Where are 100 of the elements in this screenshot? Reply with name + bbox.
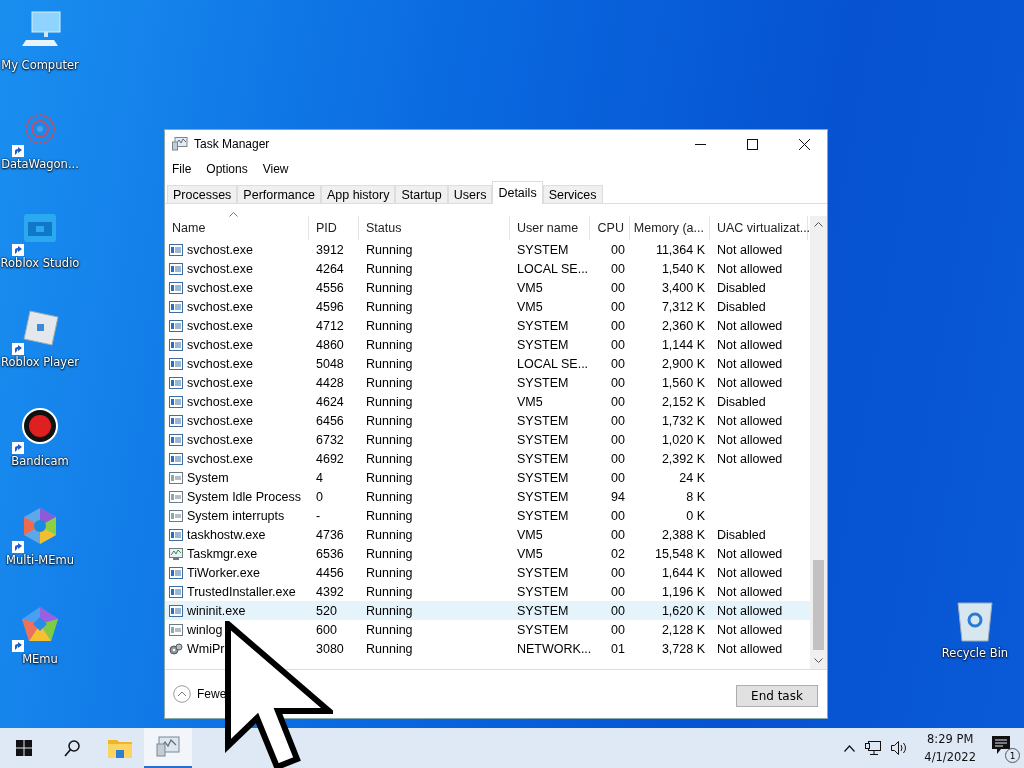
- process-row[interactable]: System interrupts - Running SYSTEM 00 0 K: [165, 506, 810, 525]
- minimize-icon[interactable]: [694, 143, 706, 145]
- process-row[interactable]: WmiPr 3080 Running NETWORK... 01 3,728 K Not allowed: [165, 639, 810, 658]
- table-cell: svchost.exe: [187, 413, 253, 428]
- desktop-icon-label[interactable]: Roblox Studio: [0, 256, 80, 270]
- process-row[interactable]: TiWorker.exe 4456 Running SYSTEM 00 1,644 K Not allowed: [165, 563, 810, 582]
- clock-date: 4/1/2022: [924, 749, 976, 766]
- process-row[interactable]: svchost.exe 3912 Running SYSTEM 00 11,364 K Not allowed: [165, 240, 810, 259]
- process-row[interactable]: System 4 Running SYSTEM 00 24 K: [165, 468, 810, 487]
- search-icon[interactable]: [64, 739, 80, 757]
- folder-icon[interactable]: [108, 738, 132, 758]
- process-row[interactable]: svchost.exe 4264 Running LOCAL SE... 00 1,540 K Not allowed: [165, 259, 810, 278]
- scroll-down-icon[interactable]: [814, 658, 823, 663]
- process-row[interactable]: svchost.exe 4860 Running SYSTEM 00 1,144 K Not allowed: [165, 335, 810, 354]
- table-cell: Running: [366, 375, 413, 390]
- notification-icon[interactable]: [992, 736, 1010, 756]
- column-header[interactable]: PID: [309, 216, 359, 240]
- menu-item[interactable]: File: [172, 162, 192, 176]
- desktop-icon-label[interactable]: Roblox Player: [1, 355, 79, 369]
- table-cell: SYSTEM: [517, 413, 569, 428]
- process-row[interactable]: svchost.exe 4712 Running SYSTEM 00 2,360 K Not allowed: [165, 316, 810, 335]
- table-cell: taskhostw.exe: [187, 527, 266, 542]
- table-cell: 0 K: [686, 508, 705, 523]
- desktop-icon-label[interactable]: Multi-MEmu: [6, 553, 74, 567]
- desktop-icon-label[interactable]: Bandicam: [11, 454, 69, 468]
- process-row[interactable]: System Idle Process 0 Running SYSTEM 94 8 K: [165, 487, 810, 506]
- network-icon[interactable]: [865, 741, 882, 755]
- process-row[interactable]: svchost.exe 4428 Running SYSTEM 00 1,560 K Not allowed: [165, 373, 810, 392]
- fewer-details-link[interactable]: Fewe: [197, 687, 227, 701]
- table-cell: winlog: [187, 622, 223, 637]
- clock[interactable]: 8:29 PM 4/1/2022: [924, 730, 976, 766]
- process-row[interactable]: svchost.exe 4692 Running SYSTEM 00 2,392 K Not allowed: [165, 449, 810, 468]
- table-cell: Running: [366, 280, 413, 295]
- table-cell: Not allowed: [717, 584, 783, 599]
- table-cell: SYSTEM: [517, 565, 569, 580]
- process-row[interactable]: svchost.exe 6456 Running SYSTEM 00 1,732 K Not allowed: [165, 411, 810, 430]
- menu-item[interactable]: Options: [206, 162, 248, 176]
- table-cell: 0: [316, 489, 323, 504]
- desktop-icon-label[interactable]: My Computer: [1, 58, 79, 72]
- desktop-icon-label[interactable]: Recycle Bin: [941, 646, 1009, 660]
- tab[interactable]: Performance: [237, 185, 321, 203]
- table-cell: 94: [611, 489, 625, 504]
- maximize-icon[interactable]: [746, 138, 758, 150]
- tab[interactable]: Services: [542, 185, 603, 203]
- process-row[interactable]: svchost.exe 4624 Running VM5 00 2,152 K Disabled: [165, 392, 810, 411]
- end-task-button[interactable]: End task: [736, 685, 818, 707]
- table-cell: svchost.exe: [187, 318, 253, 333]
- table-cell: VM5: [517, 299, 543, 314]
- tab[interactable]: App history: [320, 185, 396, 203]
- tab[interactable]: Startup: [395, 185, 448, 203]
- table-cell: 1,732 K: [661, 413, 705, 428]
- table-cell: svchost.exe: [187, 242, 253, 257]
- table-cell: Running: [366, 318, 413, 333]
- table-cell: Not allowed: [717, 318, 783, 333]
- tab[interactable]: Users: [447, 185, 493, 203]
- process-row[interactable]: winlog 600 Running SYSTEM 00 2,128 K Not allowed: [165, 620, 810, 639]
- table-cell: SYSTEM: [517, 470, 569, 485]
- tab[interactable]: Details: [492, 181, 543, 204]
- menu-item[interactable]: View: [262, 162, 289, 176]
- close-icon[interactable]: [798, 138, 810, 150]
- table-cell: 8 K: [686, 489, 705, 504]
- column-header[interactable]: User name: [510, 216, 590, 240]
- process-row[interactable]: svchost.exe 6732 Running SYSTEM 00 1,020 K Not allowed: [165, 430, 810, 449]
- table-cell: 00: [611, 394, 625, 409]
- scroll-thumb[interactable]: [813, 560, 824, 650]
- process-row[interactable]: svchost.exe 5048 Running LOCAL SE... 00 2,900 K Not allowed: [165, 354, 810, 373]
- table-cell: 1,540 K: [661, 261, 705, 276]
- column-header[interactable]: Name: [165, 216, 309, 240]
- tab[interactable]: Processes: [167, 185, 238, 203]
- table-cell: SYSTEM: [517, 451, 569, 466]
- chevron-up-icon[interactable]: [844, 744, 856, 752]
- table-cell: svchost.exe: [187, 299, 253, 314]
- column-header[interactable]: UAC virtualizat...: [710, 216, 808, 240]
- table-cell: 2,128 K: [661, 622, 705, 637]
- process-row[interactable]: Taskmgr.exe 6536 Running VM5 02 15,548 K Not allowed: [165, 544, 810, 563]
- table-cell: 24 K: [679, 470, 705, 485]
- process-row[interactable]: svchost.exe 4556 Running VM5 00 3,400 K Disabled: [165, 278, 810, 297]
- table-cell: wininit.exe: [187, 603, 246, 618]
- process-row[interactable]: svchost.exe 4596 Running VM5 00 7,312 K Disabled: [165, 297, 810, 316]
- table-cell: 00: [611, 375, 625, 390]
- column-header[interactable]: CPU: [590, 216, 630, 240]
- scroll-up-icon[interactable]: [814, 222, 823, 227]
- collapse-icon[interactable]: [173, 685, 191, 703]
- process-row[interactable]: taskhostw.exe 4736 Running VM5 00 2,388 K Disabled: [165, 525, 810, 544]
- scrollbar[interactable]: [810, 216, 827, 669]
- table-cell: 00: [611, 432, 625, 447]
- table-cell: Not allowed: [717, 356, 783, 371]
- table-cell: 2,900 K: [661, 356, 705, 371]
- windows-start-icon[interactable]: [16, 740, 32, 756]
- desktop-icon-label[interactable]: MEmu: [22, 652, 58, 666]
- table-cell: Disabled: [717, 280, 766, 295]
- task-manager-icon[interactable]: [156, 736, 180, 758]
- process-row[interactable]: wininit.exe 520 Running SYSTEM 00 1,620 K Not allowed: [165, 601, 810, 620]
- recycle-bin-icon[interactable]: [956, 600, 994, 642]
- table-cell: 3080: [316, 641, 344, 656]
- column-header[interactable]: Memory (a...: [630, 216, 710, 240]
- column-header[interactable]: Status: [359, 216, 510, 240]
- table-cell: SYSTEM: [517, 584, 569, 599]
- speaker-icon[interactable]: [891, 741, 909, 755]
- process-row[interactable]: TrustedInstaller.exe 4392 Running SYSTEM 00 1,196 K Not allowed: [165, 582, 810, 601]
